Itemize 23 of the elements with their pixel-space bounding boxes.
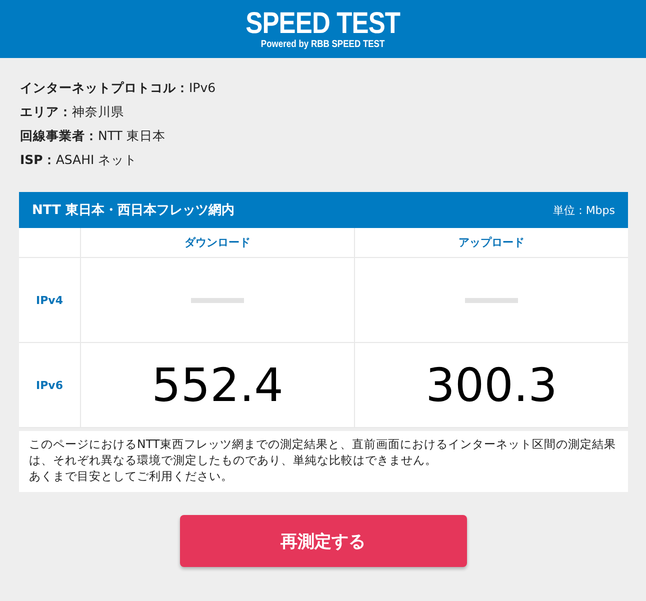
info-value: 神奈川県 xyxy=(72,104,124,119)
column-header: ダウンロード xyxy=(81,228,354,257)
no-data-dash xyxy=(191,298,244,302)
speed-value: 300.3 xyxy=(426,358,558,412)
logo-subtitle: Powered by RBB SPEED TEST xyxy=(261,38,385,50)
info-value: ASAHI ネット xyxy=(56,152,138,167)
unit-label: 単位：Mbps xyxy=(552,202,615,218)
column-header: アップロード xyxy=(355,228,628,257)
info-label: インターネットプロトコル： xyxy=(20,80,189,95)
speed-value: 552.4 xyxy=(152,358,284,412)
no-data-dash xyxy=(465,298,518,302)
info-value: IPv6 xyxy=(189,80,216,95)
info-label: ISP： xyxy=(20,152,56,167)
table-title: NTT 東日本・西日本フレッツ網内 xyxy=(32,202,234,219)
remeasure-button[interactable]: 再測定する xyxy=(180,515,466,567)
note-text: あくまで目安としてご利用ください。 xyxy=(29,468,234,484)
info-label: 回線事業者： xyxy=(20,128,98,143)
logo-title: SPEED TEST xyxy=(246,8,400,38)
row-header: IPv6 xyxy=(19,343,80,427)
info-label: エリア： xyxy=(20,104,72,119)
row-header: IPv4 xyxy=(19,258,80,342)
info-value: NTT 東日本 xyxy=(98,128,166,143)
note-text: このページにおけるNTT東西フレッツ網までの測定結果と、直前画面におけるインターネット区間の測定結果は、それぞれ異なる環境で測定したものであり、単純な比較はできません。 xyxy=(29,436,617,468)
